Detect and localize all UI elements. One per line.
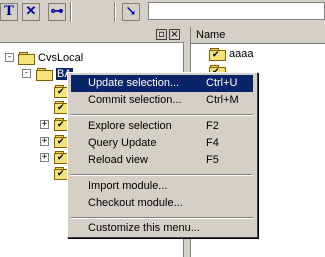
path-input[interactable]: [148, 2, 325, 20]
menu-item-reload-view[interactable]: Reload view F5: [71, 152, 253, 169]
menu-separator: [71, 217, 253, 219]
menu-item-update-selection[interactable]: Update selection... Ctrl+U: [71, 75, 253, 92]
pane-dock-button[interactable]: ▫: [156, 29, 167, 40]
menu-item-label: Customize this menu...: [88, 222, 200, 234]
menu-item-label: Query Update: [88, 137, 157, 149]
folder-icon: [36, 68, 53, 81]
tree-pane-header: ▫ ×: [0, 27, 184, 43]
menu-item-label: Reload view: [88, 154, 148, 166]
menu-item-shortcut: Ctrl+M: [206, 94, 239, 106]
stop-button[interactable]: ✕: [22, 3, 40, 21]
menu-item-explore-selection[interactable]: Explore selection F2: [71, 118, 253, 135]
menu-item-import-module[interactable]: Import module...: [71, 178, 253, 195]
menu-item-customize-menu[interactable]: Customize this menu...: [71, 220, 253, 237]
menu-item-label: Update selection...: [88, 77, 180, 89]
menu-item-shortcut: F4: [206, 137, 219, 149]
text-view-button[interactable]: T: [0, 3, 18, 21]
folder-icon: [18, 52, 35, 65]
folder-icon: ✔: [209, 48, 226, 61]
graph-button[interactable]: ⊶: [48, 3, 66, 21]
name-column-header[interactable]: Name: [191, 27, 325, 44]
tree-expand-toggle[interactable]: +: [40, 120, 49, 129]
menu-item-label: Import module...: [88, 180, 168, 192]
context-menu: Update selection... Ctrl+U Commit select…: [67, 72, 258, 238]
menu-item-shortcut: F2: [206, 120, 219, 132]
menu-item-shortcut: F5: [206, 154, 219, 166]
toolbar-separator: [114, 2, 116, 22]
list-item[interactable]: aaaa: [229, 48, 253, 60]
menu-item-query-update[interactable]: Query Update F4: [71, 135, 253, 152]
pane-close-button[interactable]: ×: [169, 29, 180, 40]
toolbar: T ✕ ⊶ ↘: [0, 0, 325, 24]
toolbar-separator: [70, 2, 72, 22]
tree-expand-toggle[interactable]: +: [40, 137, 49, 146]
tree-node-root[interactable]: CvsLocal: [38, 52, 83, 64]
tree-collapse-toggle[interactable]: -: [5, 53, 14, 62]
menu-separator: [71, 174, 253, 176]
go-button[interactable]: ↘: [122, 3, 140, 21]
menu-item-label: Checkout module...: [88, 197, 183, 209]
menu-separator: [71, 114, 253, 116]
tree-collapse-toggle[interactable]: -: [22, 69, 31, 78]
menu-item-label: Explore selection: [88, 120, 172, 132]
menu-item-checkout-module[interactable]: Checkout module...: [71, 195, 253, 212]
menu-item-shortcut: Ctrl+U: [206, 77, 238, 89]
menu-item-commit-selection[interactable]: Commit selection... Ctrl+M: [71, 92, 253, 109]
tree-expand-toggle[interactable]: +: [40, 153, 49, 162]
menu-item-label: Commit selection...: [88, 94, 182, 106]
